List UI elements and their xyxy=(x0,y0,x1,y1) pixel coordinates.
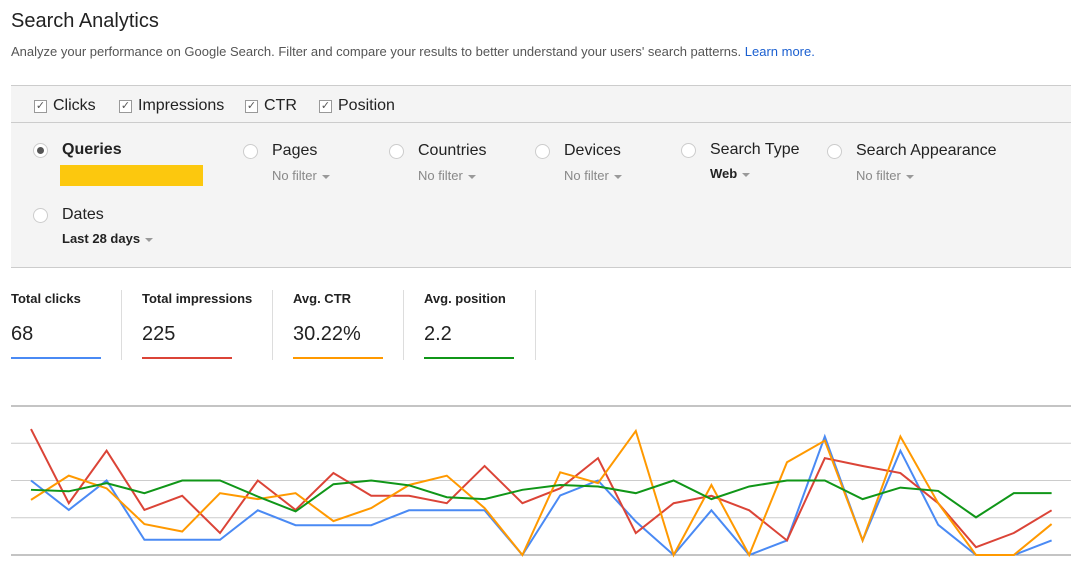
performance-chart xyxy=(11,405,1071,558)
series-line-ctr[interactable] xyxy=(30,428,1053,558)
